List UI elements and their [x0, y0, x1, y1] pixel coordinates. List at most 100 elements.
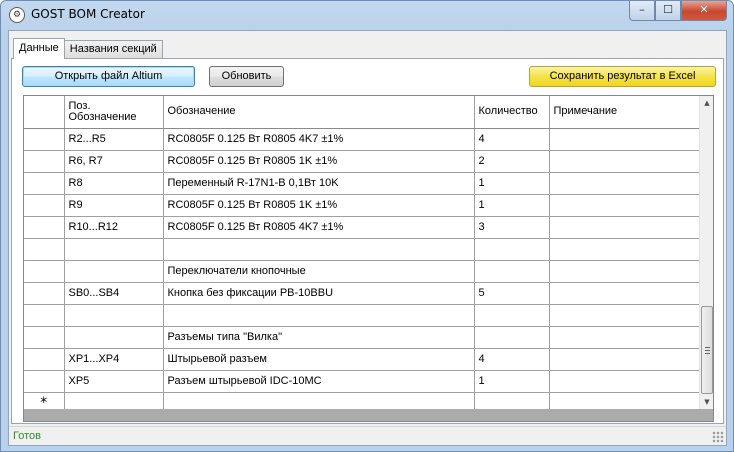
table-row[interactable]: SB0...SB4 Кнопка без фиксации PB-10BBU 5 — [24, 282, 700, 305]
grip-line-icon — [705, 347, 710, 348]
cell-position[interactable]: XP5 — [64, 370, 164, 393]
close-button[interactable]: ✕ — [681, 1, 727, 21]
cell-quantity[interactable]: 1 — [474, 370, 550, 393]
cell-position[interactable]: R8 — [64, 172, 164, 195]
app-window: ⚙ GOST BOM Creator – ☐ ✕ Данные Названия… — [0, 0, 734, 452]
cell-note[interactable] — [549, 348, 700, 371]
cell-position[interactable]: R6, R7 — [64, 150, 164, 173]
table-row[interactable]: R8 Переменный R-17N1-B 0,1Вт 10K 1 — [24, 172, 700, 195]
cell-note[interactable] — [549, 282, 700, 305]
grip-line-icon — [705, 353, 710, 354]
scroll-thumb[interactable] — [701, 306, 713, 394]
cell-quantity[interactable] — [474, 326, 550, 349]
table-row[interactable]: R9 RC0805F 0.125 Вт R0805 1K ±1% 1 — [24, 194, 700, 217]
refresh-button[interactable]: Обновить — [209, 66, 284, 87]
cell-position[interactable]: R10...R12 — [64, 216, 164, 239]
gear-app-icon[interactable]: ⚙ — [9, 7, 25, 23]
table-row[interactable]: R6, R7 RC0805F 0.125 Вт R0805 1K ±1% 2 — [24, 150, 700, 173]
grid-bottom-strip — [24, 409, 713, 421]
scroll-up-icon[interactable]: ▲ — [700, 96, 713, 110]
cell-designation[interactable] — [163, 304, 475, 327]
row-header[interactable] — [24, 282, 65, 305]
row-header[interactable] — [24, 216, 65, 239]
row-header-corner[interactable] — [24, 96, 65, 129]
cell-designation[interactable]: Разъемы типа "Вилка" — [163, 326, 475, 349]
cell-note[interactable] — [549, 150, 700, 173]
table-row[interactable]: XP1...XP4 Штырьевой разъем 4 — [24, 348, 700, 371]
tab-section-names[interactable]: Названия секций — [63, 40, 163, 59]
cell-position[interactable] — [64, 260, 164, 283]
client-area: Данные Названия секций Открыть файл Alti… — [8, 30, 727, 446]
open-altium-file-button[interactable]: Открыть файл Altium — [22, 66, 195, 87]
cell-note[interactable] — [549, 370, 700, 393]
tab-data[interactable]: Данные — [13, 38, 65, 59]
header-row: Поз. Обозначение Обозначение Количество … — [24, 96, 700, 129]
cell-position[interactable]: R2...R5 — [64, 128, 164, 151]
column-header-position[interactable]: Поз. Обозначение — [64, 96, 164, 129]
cell-quantity[interactable] — [474, 238, 550, 261]
row-header[interactable] — [24, 194, 65, 217]
table-row[interactable] — [24, 238, 700, 261]
cell-designation[interactable]: Штырьевой разъем — [163, 348, 475, 371]
cell-designation[interactable]: RC0805F 0.125 Вт R0805 1K ±1% — [163, 194, 475, 217]
cell-note[interactable] — [549, 216, 700, 239]
cell-quantity[interactable]: 5 — [474, 282, 550, 305]
cell-designation[interactable]: Переменный R-17N1-B 0,1Вт 10K — [163, 172, 475, 195]
table-row[interactable]: Переключатели кнопочные — [24, 260, 700, 283]
table-row[interactable] — [24, 304, 700, 327]
table-row[interactable]: XP5 Разъем штырьевой IDC-10MC 1 — [24, 370, 700, 393]
cell-quantity[interactable]: 3 — [474, 216, 550, 239]
cell-designation[interactable]: Переключатели кнопочные — [163, 260, 475, 283]
cell-position[interactable]: XP1...XP4 — [64, 348, 164, 371]
table-row[interactable]: R10...R12 RC0805F 0.125 Вт R0805 4K7 ±1% 3 — [24, 216, 700, 239]
cell-position[interactable] — [64, 304, 164, 327]
caption-buttons: – ☐ ✕ — [629, 1, 727, 21]
title-bar[interactable]: ⚙ GOST BOM Creator – ☐ ✕ — [1, 1, 733, 29]
cell-position[interactable]: SB0...SB4 — [64, 282, 164, 305]
scroll-down-icon[interactable]: ▼ — [700, 395, 713, 409]
cell-position[interactable]: R9 — [64, 194, 164, 217]
cell-quantity[interactable] — [474, 304, 550, 327]
cell-note[interactable] — [549, 128, 700, 151]
cell-designation[interactable] — [163, 238, 475, 261]
cell-designation[interactable]: Разъем штырьевой IDC-10MC — [163, 370, 475, 393]
row-header[interactable] — [24, 238, 65, 261]
cell-quantity[interactable]: 4 — [474, 128, 550, 151]
row-header[interactable] — [24, 128, 65, 151]
cell-quantity[interactable] — [474, 260, 550, 283]
cell-note[interactable] — [549, 260, 700, 283]
cell-designation[interactable]: RC0805F 0.125 Вт R0805 4K7 ±1% — [163, 128, 475, 151]
cell-note[interactable] — [549, 194, 700, 217]
row-header[interactable] — [24, 348, 65, 371]
cell-quantity[interactable]: 1 — [474, 194, 550, 217]
column-header-designation[interactable]: Обозначение — [163, 96, 475, 129]
cell-note[interactable] — [549, 304, 700, 327]
row-header[interactable] — [24, 150, 65, 173]
cell-position[interactable] — [64, 238, 164, 261]
column-header-note[interactable]: Примечание — [549, 96, 700, 129]
cell-quantity[interactable]: 1 — [474, 172, 550, 195]
table-row[interactable]: Разъемы типа "Вилка" — [24, 326, 700, 349]
row-header[interactable] — [24, 326, 65, 349]
maximize-button[interactable]: ☐ — [655, 1, 681, 21]
row-header[interactable] — [24, 304, 65, 327]
cell-note[interactable] — [549, 172, 700, 195]
resize-grip-icon[interactable] — [712, 431, 724, 443]
cell-note[interactable] — [549, 238, 700, 261]
cell-designation[interactable]: RC0805F 0.125 Вт R0805 4K7 ±1% — [163, 216, 475, 239]
cell-designation[interactable]: Кнопка без фиксации PB-10BBU — [163, 282, 475, 305]
save-to-excel-button[interactable]: Сохранить результат в Excel — [529, 66, 716, 87]
cell-note[interactable] — [549, 326, 700, 349]
column-header-quantity[interactable]: Количество — [474, 96, 550, 129]
cell-quantity[interactable]: 4 — [474, 348, 550, 371]
row-header[interactable] — [24, 370, 65, 393]
cell-designation[interactable]: RC0805F 0.125 Вт R0805 1K ±1% — [163, 150, 475, 173]
bom-data-grid[interactable]: Поз. Обозначение Обозначение Количество … — [23, 95, 714, 422]
row-header[interactable] — [24, 260, 65, 283]
cell-position[interactable] — [64, 326, 164, 349]
cell-quantity[interactable]: 2 — [474, 150, 550, 173]
row-header[interactable] — [24, 172, 65, 195]
vertical-scrollbar[interactable]: ▲ ▼ — [699, 96, 713, 409]
minimize-button[interactable]: – — [629, 1, 655, 21]
table-row[interactable]: R2...R5 RC0805F 0.125 Вт R0805 4K7 ±1% 4 — [24, 128, 700, 151]
